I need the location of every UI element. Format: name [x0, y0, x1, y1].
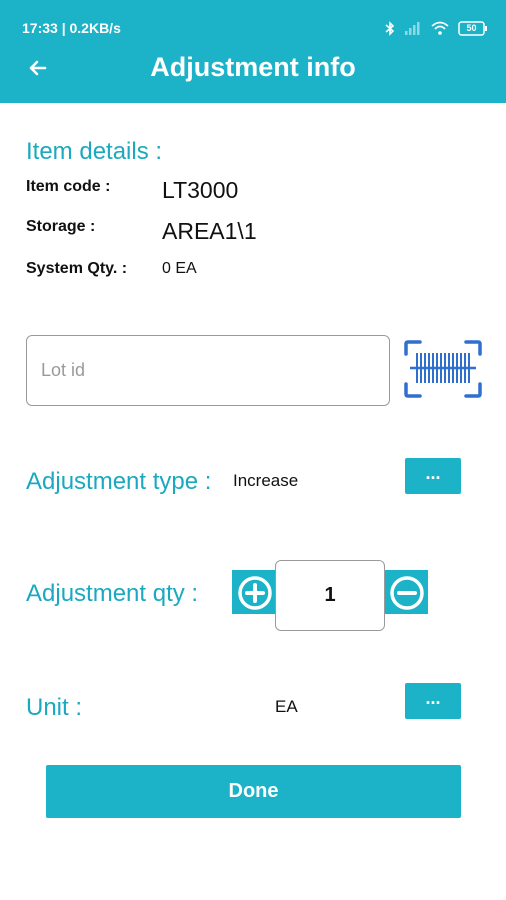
increment-button[interactable]: [237, 575, 273, 611]
wifi-icon: [431, 21, 449, 35]
storage-value: AREA1\1: [162, 218, 257, 244]
quantity-value[interactable]: 1: [275, 560, 385, 631]
battery-icon: 50: [458, 20, 488, 36]
storage-label: Storage :: [26, 218, 96, 235]
system-qty-value: 0 EA: [162, 260, 197, 277]
unit-label: Unit :: [26, 694, 83, 721]
plus-circle-icon: [238, 576, 272, 610]
unit-value: EA: [275, 697, 298, 716]
barcode-scan-button[interactable]: [402, 338, 484, 400]
adjustment-qty-label: Adjustment qty :: [26, 580, 199, 607]
app-bar: 17:33 | 0.2KB/s 50 Adjustment info: [0, 0, 506, 103]
item-details-heading: Item details :: [26, 138, 163, 165]
done-button[interactable]: Done: [46, 765, 461, 818]
decrement-button[interactable]: [389, 575, 425, 611]
minus-circle-icon: [390, 576, 424, 610]
signal-icon: [404, 21, 422, 35]
page-title: Adjustment info: [150, 52, 356, 82]
adjustment-type-value: Increase: [233, 471, 299, 490]
status-icons: 50: [385, 20, 488, 36]
item-code-value: LT3000: [162, 177, 239, 203]
status-time-speed: 17:33 | 0.2KB/s: [22, 20, 121, 36]
lot-id-input[interactable]: [26, 335, 390, 406]
item-code-label: Item code :: [26, 178, 111, 195]
system-qty-label: System Qty. :: [26, 260, 128, 277]
unit-picker-button[interactable]: ...: [405, 683, 461, 719]
battery-level: 50: [466, 22, 477, 33]
bluetooth-icon: [385, 20, 395, 36]
barcode-scan-icon: [404, 340, 482, 398]
adjustment-type-picker-button[interactable]: ...: [405, 458, 461, 494]
adjustment-type-label: Adjustment type :: [26, 468, 212, 495]
